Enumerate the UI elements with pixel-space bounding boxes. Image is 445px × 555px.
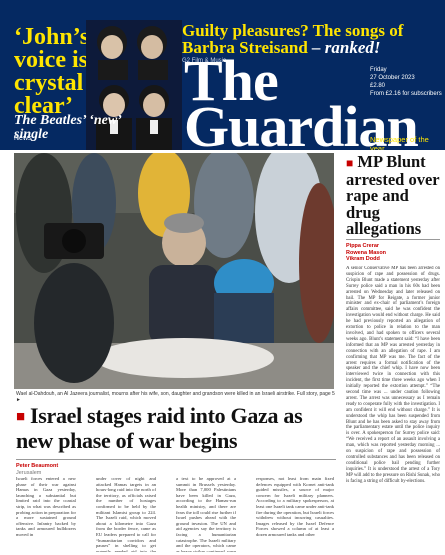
- side-headline-text: MP Blunt arrested over rape and drug all…: [346, 152, 440, 238]
- main-byline-name: Peter Beaumont: [16, 463, 59, 469]
- main-story-column-3: a text to be approved at a summit in Bru…: [176, 476, 236, 552]
- main-story-column-2: under cover of night and attacked Hamas …: [96, 476, 156, 552]
- date-day: Friday: [370, 67, 387, 73]
- main-story-column-4: responses, not least from main fixed def…: [256, 476, 334, 537]
- price: £2.80: [370, 83, 386, 89]
- side-divider: [346, 239, 440, 240]
- promo-left-kicker: News: [14, 135, 32, 142]
- side-headline[interactable]: ■ MP Blunt arrested over rape and drug a…: [346, 152, 442, 238]
- main-headline[interactable]: ■ Israel stages raid into Gaza as new ph…: [16, 404, 336, 453]
- masthead: ‘John’s voice is crystal clear’ The Beat…: [0, 0, 445, 150]
- promo-top-ranked: – ranked!: [312, 38, 381, 57]
- date-full: 27 October 2023: [370, 75, 415, 81]
- side-story-text: A senior Conservative MP has been arrest…: [346, 266, 440, 484]
- main-headline-text: Israel stages raid into Gaza as new phas…: [16, 403, 303, 453]
- main-story-column-1: Israeli forces entered a new phase of th…: [16, 476, 76, 537]
- photo-caption: Wael al-Dahdouh, an Al Jazeera journalis…: [16, 391, 335, 403]
- side-byline[interactable]: Pippa Crerar Rowena Mason Vikram Dodd: [346, 243, 386, 263]
- side-byline-3: Vikram Dodd: [346, 256, 380, 262]
- side-headline-marker-icon: ■: [346, 156, 354, 170]
- dateline: Friday 27 October 2023 £2.80 From £2.16 …: [370, 66, 442, 98]
- main-photo[interactable]: [14, 153, 334, 389]
- subscribe-offer: From £2.16 for subscribers: [370, 91, 442, 97]
- headline-marker-icon: ■: [16, 409, 25, 425]
- main-byline[interactable]: Peter Beaumont Jerusalem: [16, 463, 58, 477]
- divider: [16, 459, 336, 460]
- tagline: Newspaper of the year: [370, 135, 429, 150]
